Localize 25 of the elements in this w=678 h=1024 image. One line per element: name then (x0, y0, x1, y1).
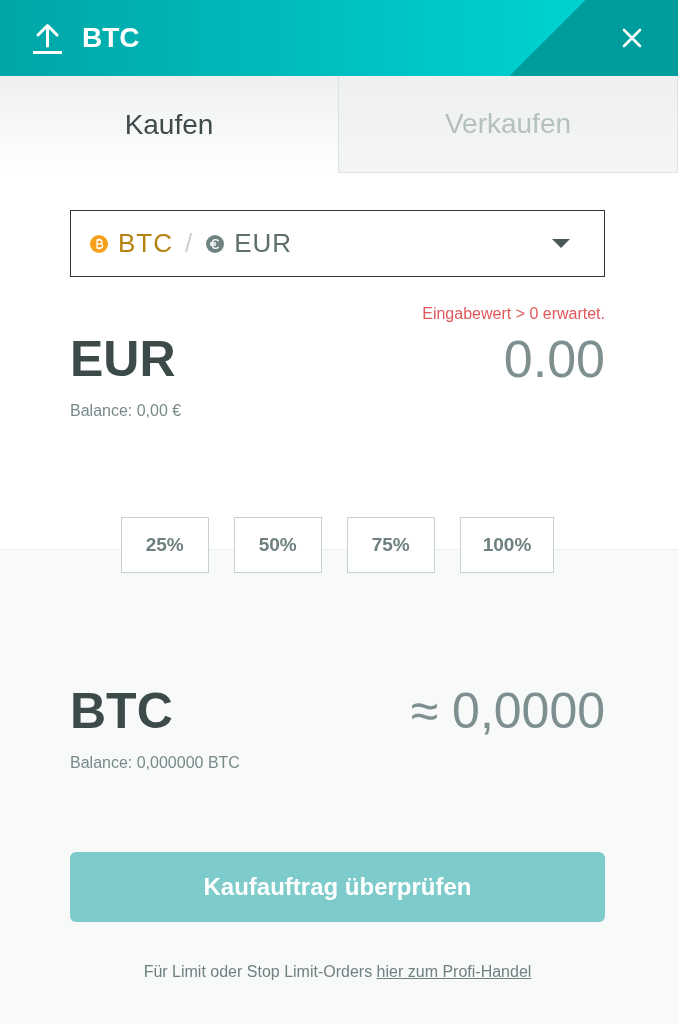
quote-currency: EUR (234, 228, 293, 259)
euro-icon (206, 234, 225, 253)
base-currency: BTC (118, 228, 173, 259)
pair-dropdown[interactable]: BTC / EUR (70, 210, 605, 277)
tab[interactable]: Kaufen (0, 76, 338, 173)
footer-note: Für Limit oder Stop Limit-Orders hier zum Profi-Handel (143, 963, 532, 980)
balance-text: Balance: 0,00 € (70, 402, 182, 419)
bitcoin-icon (90, 234, 108, 253)
percent-button[interactable]: 75% (346, 517, 435, 573)
close-button[interactable] (622, 28, 642, 48)
percent-button[interactable]: 100% (459, 517, 555, 573)
header-title: BTC (82, 22, 140, 54)
pro-trading-link[interactable]: hier zum Profi-Handel (376, 963, 532, 980)
caret-icon (552, 239, 570, 248)
currency-label: BTC (70, 682, 173, 741)
percent-button[interactable]: 25% (120, 517, 209, 573)
pair-separator: / (185, 228, 193, 259)
currency-label: EUR (70, 330, 176, 389)
error-message: Eingabewert > 0 erwartet. (422, 305, 605, 322)
balance-text: Balance: 0,000000 BTC (70, 754, 240, 771)
estimated-amount: ≈ 0,0000 (410, 682, 605, 741)
upload-icon (33, 22, 62, 54)
percent-button[interactable]: 50% (233, 517, 322, 573)
close-icon (622, 28, 642, 48)
amount-input[interactable]: 0.00 (385, 329, 605, 389)
